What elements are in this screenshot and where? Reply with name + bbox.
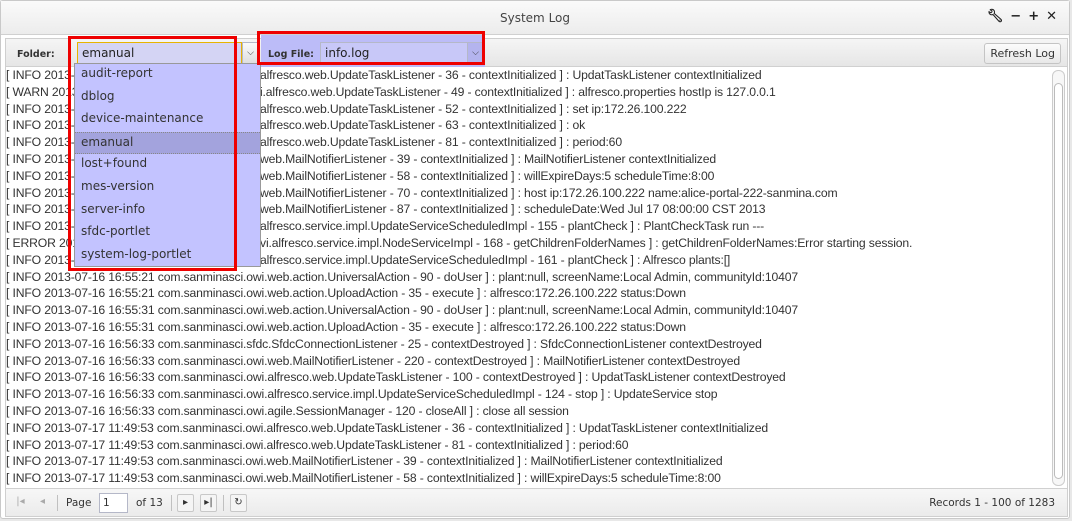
log-line: [ INFO 2013-07-16 16:56:33 com.sanminasc…: [6, 336, 762, 351]
log-line-suffix: alfresco.web.UpdateTaskListener - 52 - c…: [260, 101, 687, 116]
chevron-down-icon: ⌵: [247, 48, 254, 58]
log-line-suffix: web.MailNotifierListener - 58 - contextI…: [260, 168, 715, 183]
log-line: [ INFO 2013-07-17 11:49:53 com.sanminasc…: [6, 454, 723, 469]
log-line-suffix: alfresco.service.impl.UpdateServiceSched…: [260, 219, 765, 234]
page-label: Page: [66, 497, 92, 509]
log-line: [ INFO 2013-07-16 16:56:33 com.sanminasc…: [6, 404, 569, 418]
page-count: of 13: [136, 497, 163, 509]
highlight-box-folder: [68, 36, 237, 271]
close-icon[interactable]: ✕: [1046, 9, 1057, 24]
log-line: [ INFO 2013-07-16 16:56:33 com.sanminasc…: [6, 353, 741, 368]
log-line-suffix: alfresco.web.UpdateTaskListener - 81 - c…: [260, 135, 622, 150]
log-line: [ INFO 2013-07-16 16:55:21 com.sanminasc…: [6, 286, 686, 301]
refresh-log-button[interactable]: Refresh Log: [984, 43, 1061, 64]
folder-label: Folder:: [17, 49, 55, 60]
log-line-suffix: web.MailNotifierListener - 70 - contextI…: [260, 185, 838, 200]
log-line-suffix: alfresco.service.impl.UpdateServiceSched…: [260, 252, 731, 267]
log-line-suffix: i.alfresco.web.UpdateTaskListener - 49 -…: [260, 84, 776, 99]
log-line-suffix: web.MailNotifierListener - 39 - contextI…: [260, 152, 717, 166]
paging-toolbar: |◂ ◂ Page 1 of 13 ▸ ▸| ↻ Records 1 - 100…: [6, 488, 1067, 516]
title-bar: System Log 🔧︎ − + ✕: [1, 1, 1069, 35]
page-number-input[interactable]: 1: [99, 493, 128, 513]
refresh-icon[interactable]: ↻: [230, 494, 247, 512]
minimize-icon[interactable]: −: [1010, 9, 1021, 24]
log-line: [ INFO 2013-07-16 16:55:31 com.sanminasc…: [6, 303, 798, 318]
vertical-scrollbar[interactable]: [1052, 70, 1065, 486]
highlight-box-logfile: [257, 31, 485, 65]
last-page-button[interactable]: ▸|: [200, 494, 217, 512]
records-info: Records 1 - 100 of 1283: [929, 497, 1055, 509]
log-line: [ INFO 2013-07-17 11:49:53 com.sanminasc…: [6, 420, 768, 435]
log-line: [ INFO 2013-07-16 16:55:31 com.sanminasc…: [6, 320, 686, 334]
log-line: [ INFO 2013-07-16 16:56:33 com.sanminasc…: [6, 387, 718, 402]
log-line-suffix: vi.alfresco.service.impl.NodeServiceImpl…: [260, 236, 913, 250]
first-page-button[interactable]: |◂: [12, 494, 29, 512]
log-line: [ INFO 2013-07-17 11:49:53 com.sanminasc…: [6, 471, 721, 486]
log-line: [ INFO 2013-07-17 11:49:53 com.sanminasc…: [6, 437, 629, 452]
log-line-suffix: alfresco.web.UpdateTaskListener - 63 - c…: [260, 118, 586, 133]
wrench-icon[interactable]: 🔧︎: [987, 9, 1004, 24]
next-page-button[interactable]: ▸: [177, 494, 194, 512]
log-line-suffix: web.MailNotifierListener - 87 - contextI…: [260, 202, 766, 217]
prev-page-button[interactable]: ◂: [34, 494, 51, 512]
window-title: System Log: [500, 11, 570, 25]
scrollbar-thumb[interactable]: [1054, 83, 1063, 479]
log-line-suffix: alfresco.web.UpdateTaskListener - 36 - c…: [260, 68, 762, 82]
maximize-icon[interactable]: +: [1028, 9, 1039, 24]
log-line: [ INFO 2013-07-16 16:56:33 com.sanminasc…: [6, 370, 786, 385]
log-line: [ INFO 2013-07-16 16:55:21 com.sanminasc…: [6, 269, 798, 284]
